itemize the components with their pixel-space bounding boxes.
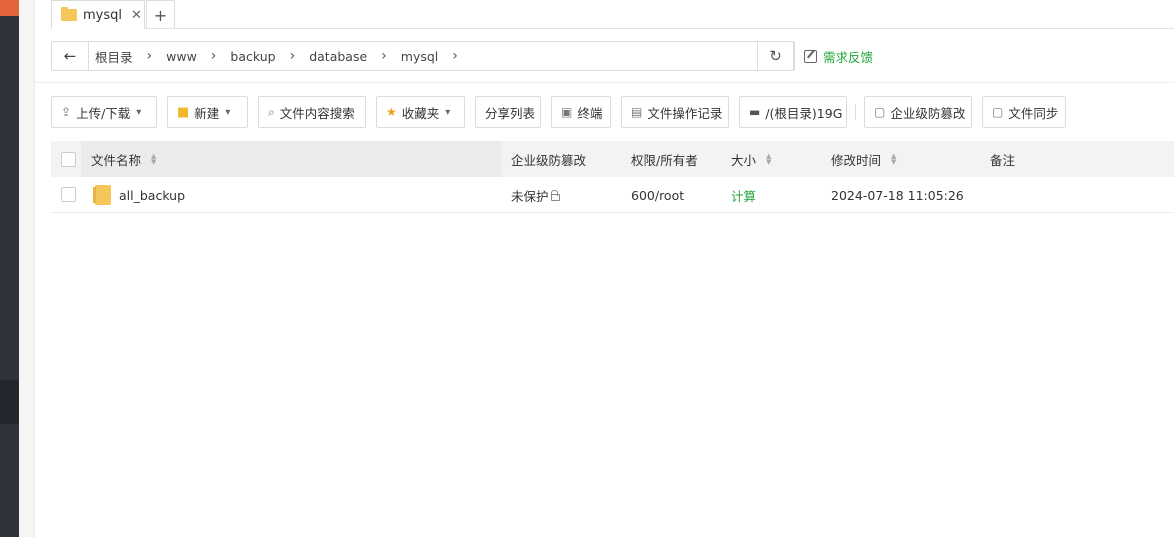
chevron-right-icon: › — [289, 48, 296, 64]
lock-icon — [550, 189, 560, 201]
header-tamper-label: 企业级防篡改 — [511, 152, 587, 168]
chevron-down-icon: ▾ — [136, 106, 142, 118]
header-note-label: 备注 — [990, 152, 1016, 168]
close-icon[interactable]: ✕ — [131, 8, 142, 23]
sync-icon: ▢ — [992, 105, 1004, 119]
breadcrumb-database[interactable]: database — [309, 49, 367, 64]
file-sync-button[interactable]: ▢ 文件同步 — [982, 96, 1066, 128]
header-size[interactable]: 大小 ▲ ▼ — [731, 141, 771, 177]
sidebar-accent — [0, 0, 19, 16]
header-name[interactable]: 文件名称 ▲ ▼ — [91, 141, 156, 177]
breadcrumb: 根目录 › www › backup › database › mysql › — [89, 47, 472, 66]
left-sidebar — [0, 0, 19, 537]
permission-cell[interactable]: 600/root — [631, 177, 684, 213]
header-mtime-label: 修改时间 — [831, 152, 882, 168]
disk-button[interactable]: ▬ /(根目录)19G — [739, 96, 847, 128]
favorites-label: 收藏夹 — [401, 105, 440, 121]
sort-icon: ▲ ▼ — [891, 152, 897, 166]
search-icon: ⌕ — [268, 104, 275, 119]
edit-icon — [804, 49, 817, 63]
oplog-label: 文件操作记录 — [647, 105, 723, 121]
header-perm-label: 权限/所有者 — [631, 152, 698, 168]
upload-download-button[interactable]: ⇪ 上传/下载 ▾ — [51, 96, 157, 128]
operation-log-button[interactable]: ▤ 文件操作记录 — [621, 96, 729, 128]
tab-bar: mysql ✕ + — [51, 0, 1174, 29]
new-folder-icon: ■ — [177, 104, 190, 120]
tab-label: mysql — [83, 7, 122, 23]
breadcrumb-mysql[interactable]: mysql — [401, 49, 439, 64]
document-icon: ▤ — [631, 105, 643, 119]
select-all-checkbox[interactable] — [61, 152, 76, 167]
row-checkbox[interactable] — [61, 187, 76, 202]
new-label: 新建 — [194, 105, 220, 121]
header-note: 备注 — [990, 141, 1015, 177]
table-header: 文件名称 ▲ ▼ 企业级防篡改 权限/所有者 大小 ▲ ▼ 修改时间 ▲ ▼ 备注 — [51, 141, 1174, 177]
feedback-link[interactable]: 需求反馈 — [804, 47, 873, 65]
address-bar[interactable]: ← 根目录 › www › backup › database › mysql … — [51, 41, 795, 71]
size-calculate-link[interactable]: 计算 — [731, 177, 756, 213]
disk-icon: ▬ — [749, 105, 761, 119]
header-tamper: 企业级防篡改 — [511, 141, 586, 177]
folder-icon — [93, 185, 111, 205]
chevron-down-icon: ▾ — [445, 106, 451, 118]
disk-label: /(根目录)19G — [765, 105, 843, 121]
header-permission: 权限/所有者 — [631, 141, 698, 177]
sidebar-gutter — [19, 0, 35, 537]
header-name-label: 文件名称 — [91, 152, 142, 168]
tab-mysql[interactable]: mysql ✕ — [51, 0, 145, 29]
refresh-button[interactable]: ↻ — [757, 41, 794, 71]
back-button[interactable]: ← — [52, 42, 89, 70]
favorites-button[interactable]: ★ 收藏夹 ▾ — [376, 96, 465, 128]
mtime-value: 2024-07-18 11:05:26 — [831, 187, 964, 203]
sync-label: 文件同步 — [1008, 105, 1059, 121]
sort-icon: ▲ ▼ — [151, 152, 157, 166]
size-value: 计算 — [731, 188, 757, 204]
file-manager: mysql ✕ + ← 根目录 › www › backup › databas… — [35, 0, 1174, 537]
tamper-status: 未保护 — [511, 188, 549, 204]
chevron-down-icon: ▾ — [225, 106, 231, 118]
shield-icon: ▢ — [874, 105, 886, 119]
permission-value: 600/root — [631, 187, 685, 203]
sort-icon: ▲ ▼ — [766, 152, 772, 166]
tamper-protection-button[interactable]: ▢ 企业级防篡改 — [864, 96, 972, 128]
file-name-cell[interactable]: all_backup — [93, 177, 185, 213]
sidebar-active-item[interactable] — [0, 380, 19, 424]
chevron-right-icon: › — [210, 48, 217, 64]
share-label: 分享列表 — [485, 105, 536, 121]
terminal-label: 终端 — [577, 105, 603, 121]
toolbar-separator — [855, 104, 856, 120]
header-mtime[interactable]: 修改时间 ▲ ▼ — [831, 141, 896, 177]
add-tab-button[interactable]: + — [146, 0, 175, 29]
share-list-button[interactable]: 分享列表 — [475, 96, 541, 128]
upload-icon: ⇪ — [61, 105, 72, 119]
file-name[interactable]: all_backup — [119, 188, 185, 203]
divider — [35, 82, 1174, 83]
new-button[interactable]: ■ 新建 ▾ — [167, 96, 248, 128]
content-search-button[interactable]: ⌕ 文件内容搜索 — [258, 96, 366, 128]
feedback-label: 需求反馈 — [823, 49, 874, 65]
chevron-right-icon: › — [452, 48, 458, 64]
terminal-button[interactable]: ▣ 终端 — [551, 96, 611, 128]
star-icon: ★ — [386, 105, 397, 119]
chevron-right-icon: › — [381, 48, 387, 64]
header-size-label: 大小 — [731, 152, 757, 168]
chevron-right-icon: › — [146, 48, 153, 64]
breadcrumb-www[interactable]: www — [166, 49, 197, 64]
breadcrumb-root[interactable]: 根目录 — [95, 47, 133, 66]
mtime-cell: 2024-07-18 11:05:26 — [831, 177, 964, 213]
tamper-label: 企业级防篡改 — [890, 105, 966, 121]
search-label: 文件内容搜索 — [279, 105, 355, 121]
folder-icon — [61, 7, 77, 21]
table-row[interactable]: all_backup 未保护 600/root 计算 2024-07-18 11… — [51, 177, 1174, 213]
upload-label: 上传/下载 — [76, 105, 131, 121]
breadcrumb-backup[interactable]: backup — [230, 49, 275, 64]
tamper-cell[interactable]: 未保护 — [511, 177, 560, 213]
terminal-icon: ▣ — [561, 105, 573, 119]
